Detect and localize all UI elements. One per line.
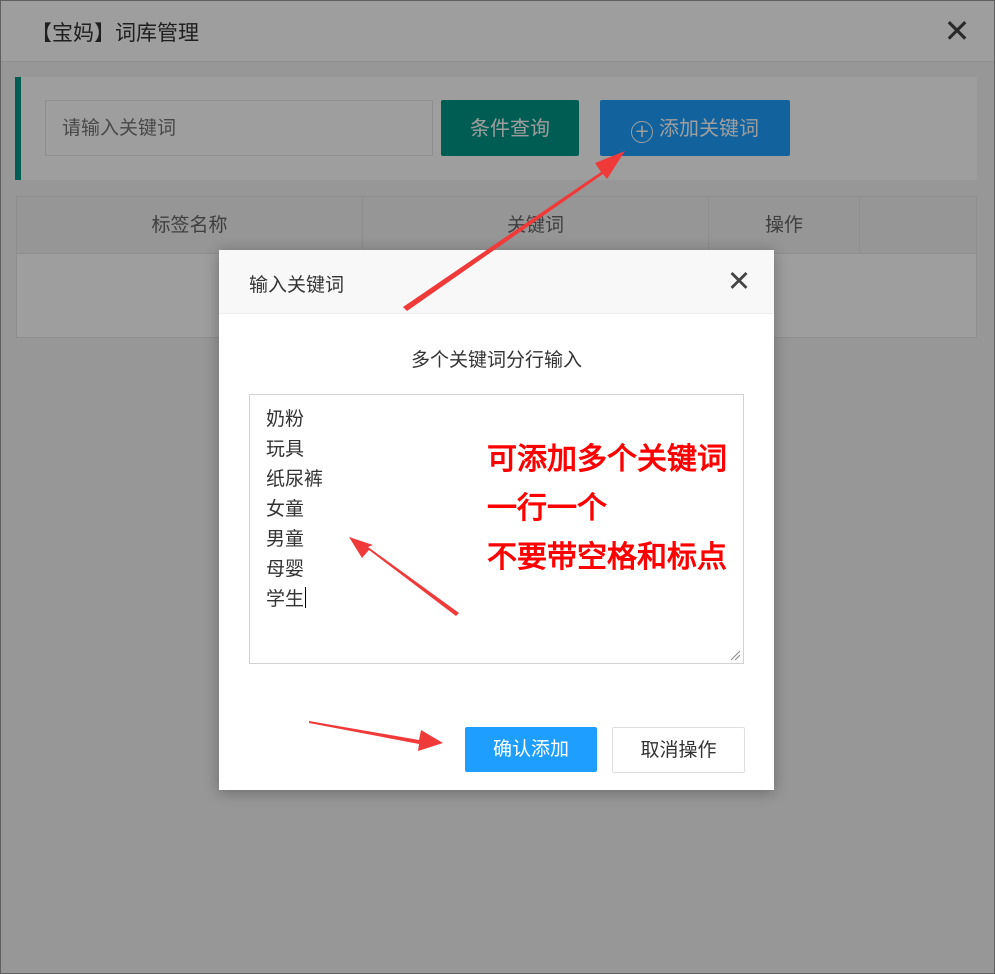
keyword-line: 玩具 <box>266 438 305 460</box>
app-window: 【宝妈】词库管理 ✕ 条件查询 +添加关键词 标签名称 关键词 操作 输入关键词… <box>0 0 995 974</box>
keywords-textarea[interactable]: 奶粉 玩具 纸尿裤 女童 男童 母婴 学生 可添加多个关键词 一行一个 不要带空… <box>249 394 744 664</box>
text-caret <box>305 587 307 608</box>
keyword-line: 奶粉 <box>266 408 305 430</box>
annotation-line: 不要带空格和标点 <box>487 540 727 575</box>
keyword-line: 女童 <box>266 498 305 520</box>
dialog-header: 输入关键词 ✕ <box>219 250 774 314</box>
keyword-line-text: 学生 <box>266 588 305 610</box>
annotation-line: 可添加多个关键词 <box>487 442 727 477</box>
keyword-input-dialog: 输入关键词 ✕ 多个关键词分行输入 奶粉 玩具 纸尿裤 女童 男童 母婴 学生 … <box>219 250 774 790</box>
keyword-line: 纸尿裤 <box>266 468 324 490</box>
resize-grip-icon[interactable] <box>729 649 741 661</box>
cancel-button[interactable]: 取消操作 <box>612 727 745 773</box>
dialog-hint: 多个关键词分行输入 <box>410 349 582 371</box>
keyword-line: 母婴 <box>266 558 305 580</box>
dialog-title: 输入关键词 <box>249 274 345 296</box>
keyword-line: 男童 <box>266 528 305 550</box>
confirm-add-button[interactable]: 确认添加 <box>465 727 597 772</box>
annotation-line: 一行一个 <box>487 491 607 526</box>
keyword-line-last: 学生 <box>266 584 307 614</box>
dialog-close-icon[interactable]: ✕ <box>723 265 755 297</box>
